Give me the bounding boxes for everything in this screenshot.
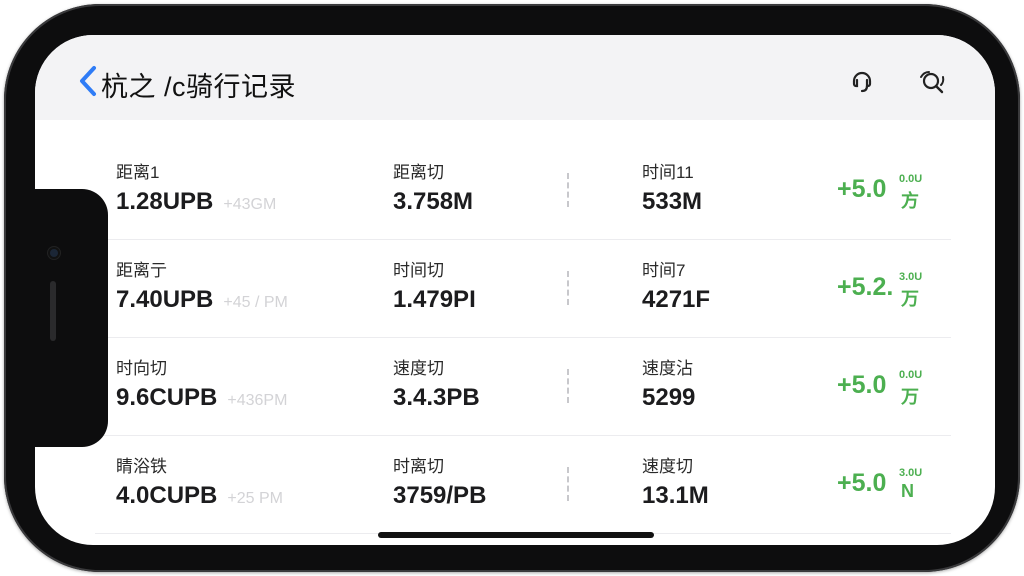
cell-value: 13.1M xyxy=(642,482,709,509)
cell-value: 7.40UPB +45 / PM xyxy=(116,285,288,318)
page-title: 杭之 /c骑行记录 xyxy=(101,72,297,102)
change-value: +5.0 xyxy=(837,371,887,399)
nav-header: 杭之 /c骑行记录 xyxy=(35,35,995,120)
value-subtext: +436PM xyxy=(227,392,288,409)
earpiece-speaker xyxy=(50,281,56,341)
cell-label: 距离1 xyxy=(116,163,160,182)
cell-label: 距离切 xyxy=(393,163,444,182)
value-subtext: +45 / PM xyxy=(223,294,288,311)
value-subtext: +25 PM xyxy=(227,490,283,507)
front-camera xyxy=(48,247,60,259)
support-icon xyxy=(852,71,872,93)
cell-label: 时离切 xyxy=(393,457,444,476)
list-item[interactable]: 睛浴铁 4.0CUPB +25 PM 时离切 3759/PB 速度切 13.1M … xyxy=(95,435,951,534)
change-superscript: 0.0U xyxy=(899,173,923,185)
change-superscript: 3.0U xyxy=(899,467,923,479)
change-unit: 方 xyxy=(901,191,919,211)
search-button[interactable] xyxy=(917,67,947,97)
change-superscript: 3.0U xyxy=(899,271,923,283)
first-cell: 睛浴铁 4.0CUPB +25 PM xyxy=(116,457,283,514)
speed-cell: 速度切 3.4.3PB xyxy=(393,359,480,413)
cell-value: 4.0CUPB +25 PM xyxy=(116,481,283,514)
cell-label: 时间11 xyxy=(642,163,694,182)
column-divider xyxy=(567,467,569,501)
cell-label: 时向切 xyxy=(116,359,167,378)
column-divider xyxy=(567,271,569,305)
cell-value: 9.6CUPB +436PM xyxy=(116,383,287,416)
cell-value: 1.28UPB +43GM xyxy=(116,187,276,220)
change-unit: 万 xyxy=(901,289,919,309)
cell-label: 速度沾 xyxy=(642,359,693,378)
change-value: +5.0 xyxy=(837,175,887,203)
cell-label: 速度切 xyxy=(393,359,444,378)
search-icon xyxy=(920,71,945,94)
column-divider xyxy=(567,369,569,403)
home-indicator[interactable] xyxy=(378,532,654,538)
camera-notch xyxy=(35,189,108,447)
cell-value: 3.4.3PB xyxy=(393,384,480,411)
third-cell: 速度沾 5299 xyxy=(642,359,695,413)
cell-label: 时间切 xyxy=(393,261,444,280)
back-button[interactable] xyxy=(75,63,101,99)
third-cell: 时间7 4271F xyxy=(642,261,710,315)
change-unit: 万 xyxy=(901,387,919,407)
change-value: +5.0 xyxy=(837,469,887,497)
cell-label: 时间7 xyxy=(642,261,686,280)
time-cell: 时向切 9.6CUPB +436PM xyxy=(116,359,287,416)
change-superscript: 0.0U xyxy=(899,369,923,381)
second-cell: 距离切 3.758M xyxy=(393,163,473,217)
second-cell: 时间切 1.479PI xyxy=(393,261,476,315)
cell-value: 533M xyxy=(642,188,703,215)
support-button[interactable] xyxy=(847,67,877,97)
chevron-left-icon xyxy=(80,66,96,96)
speed-cell: 速度切 13.1M xyxy=(642,457,709,511)
value-subtext: +43GM xyxy=(223,196,277,213)
change-unit: N xyxy=(901,481,914,501)
second-cell: 时离切 3759/PB xyxy=(393,457,486,511)
list-item[interactable]: 距离1 1.28UPB +43GM 距离切 3.758M 时间11 533M +5… xyxy=(95,141,951,240)
list-item[interactable]: 时向切 9.6CUPB +436PM 速度切 3.4.3PB 速度沾 5299 +… xyxy=(95,337,951,436)
value-text: 9.6CUPB xyxy=(116,384,218,411)
cell-value: 3.758M xyxy=(393,188,474,215)
column-divider xyxy=(567,173,569,207)
cell-value: 5299 xyxy=(642,384,696,411)
cell-value: 4271F xyxy=(642,286,711,313)
phone-screen: 杭之 /c骑行记录 距离1 1.28UPB +43GM 距离切 3.758M 时… xyxy=(35,35,995,545)
cell-value: 3759/PB xyxy=(393,482,487,509)
cell-label: 睛浴铁 xyxy=(116,457,167,476)
phone-frame: 杭之 /c骑行记录 距离1 1.28UPB +43GM 距离切 3.758M 时… xyxy=(4,4,1020,572)
third-cell: 时间11 533M xyxy=(642,163,702,217)
cell-label: 速度切 xyxy=(642,457,693,476)
value-text: 1.28UPB xyxy=(116,188,214,215)
distance-cell: 距离1 1.28UPB +43GM xyxy=(116,163,276,220)
value-text: 7.40UPB xyxy=(116,286,214,313)
list-item[interactable]: 距离亍 7.40UPB +45 / PM 时间切 1.479PI 时间7 4271… xyxy=(95,239,951,338)
cell-label: 距离亍 xyxy=(116,261,167,280)
value-text: 4.0CUPB xyxy=(116,482,218,509)
distance-cell: 距离亍 7.40UPB +45 / PM xyxy=(116,261,288,318)
cell-value: 1.479PI xyxy=(393,286,476,313)
change-value: +5.2. xyxy=(837,273,894,301)
